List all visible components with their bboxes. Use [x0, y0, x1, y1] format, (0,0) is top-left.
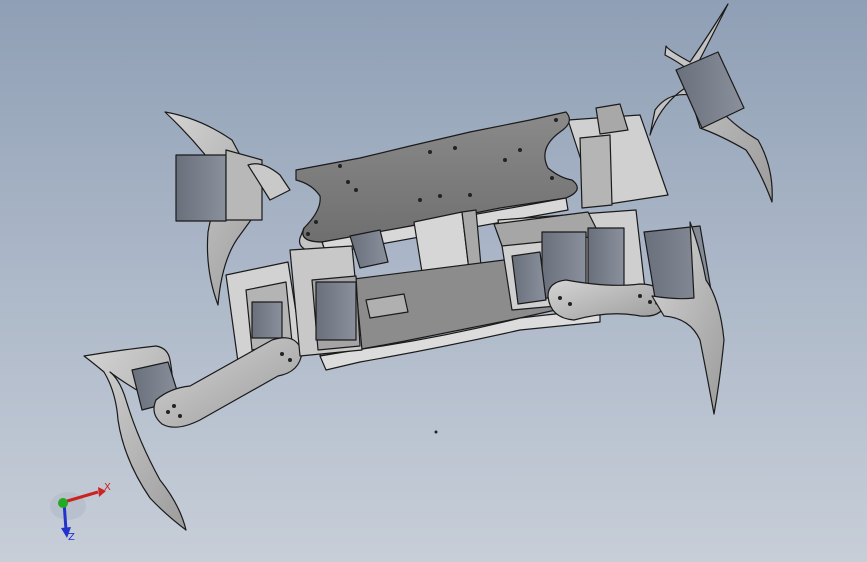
servo-back-left[interactable]	[175, 154, 227, 222]
femur-front-left[interactable]	[153, 337, 303, 428]
z-axis-label: Z	[68, 532, 75, 543]
leg-front-left[interactable]	[83, 245, 363, 531]
leg-back-right[interactable]	[567, 3, 773, 209]
y-axis-arrow	[58, 498, 68, 508]
servo-front-left-hip[interactable]	[251, 301, 283, 339]
x-axis-label: X	[104, 482, 111, 493]
robot-assembly-model[interactable]	[0, 0, 867, 562]
graphics-viewport[interactable]: X Z	[0, 0, 867, 562]
servo-front-left-body[interactable]	[315, 281, 357, 341]
femur-front-right[interactable]	[547, 279, 667, 321]
coordinate-triad: X Z	[50, 482, 111, 543]
